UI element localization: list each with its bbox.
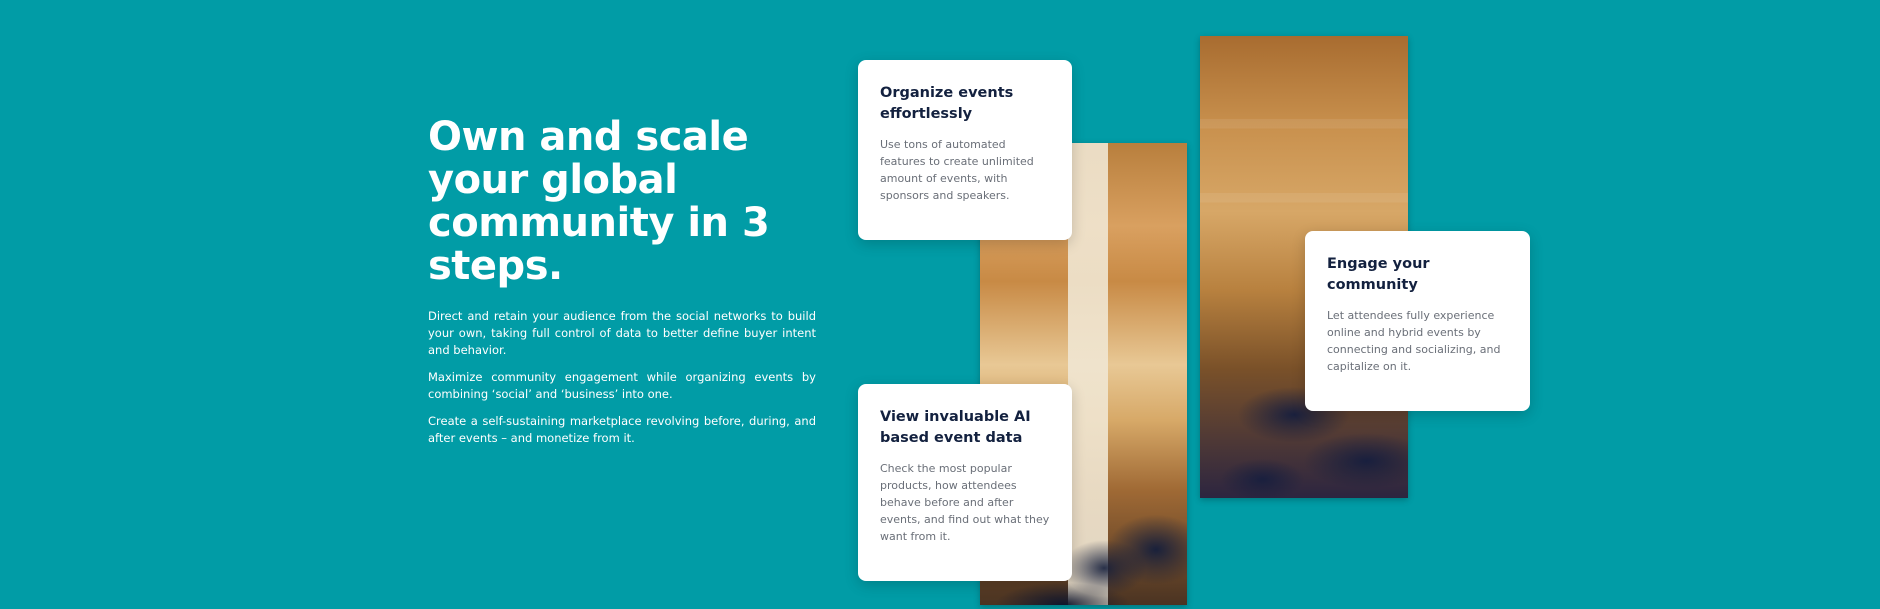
card-description: Check the most popular products, how att… bbox=[880, 462, 1050, 543]
hero-title: Own and scale your global community in 3… bbox=[428, 114, 770, 289]
hero-paragraph-audience: Direct and retain your audience from the… bbox=[428, 309, 816, 357]
card-title: Engage your community bbox=[1327, 256, 1430, 293]
card-description: Let attendees fully experience online an… bbox=[1327, 309, 1501, 373]
feature-card-organize-events: Organize events effortlessly Use tons of… bbox=[858, 60, 1072, 240]
hero-paragraph-marketplace: Create a self-sustaining marketplace rev… bbox=[428, 414, 816, 445]
hero-paragraph-engagement: Maximize community engagement while orga… bbox=[428, 370, 816, 401]
feature-card-ai-event-data: View invaluable AI based event data Chec… bbox=[858, 384, 1072, 581]
card-description: Use tons of automated features to create… bbox=[880, 138, 1034, 202]
card-title: Organize events effortlessly bbox=[880, 85, 1014, 122]
card-title: View invaluable AI based event data bbox=[880, 409, 1031, 446]
hero-text-block: Own and scale your global community in 3… bbox=[428, 116, 816, 447]
feature-card-engage-community: Engage your community Let attendees full… bbox=[1305, 231, 1530, 411]
